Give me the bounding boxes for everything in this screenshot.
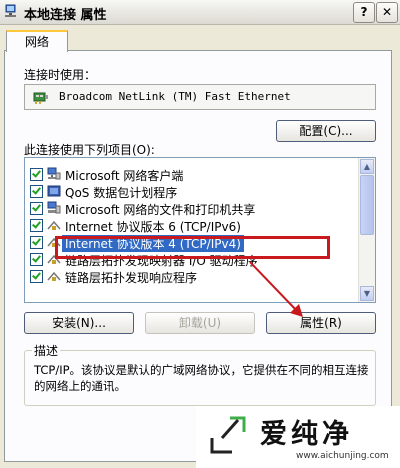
network-client-icon [47,167,61,180]
scroll-thumb[interactable] [360,175,374,235]
adapter-name: Broadcom NetLink (TM) Fast Ethernet [59,90,291,103]
install-button[interactable]: 安装(N)... [24,312,134,334]
item-label: Internet 协议版本 6 (TCP/IPv6) [65,220,241,234]
components-label: 此连接使用下列项目(O): [24,143,155,157]
list-item[interactable]: QoS 数据包计划程序 [25,183,355,200]
protocol-icon [47,237,61,247]
qos-icon [47,185,61,197]
checkbox[interactable] [30,185,43,198]
watermark: 爱纯净 www.aichunjing.com [196,406,400,468]
item-label: Microsoft 网络的文件和打印机共享 [65,203,256,217]
protocol-icon [47,254,61,264]
list-item-selected[interactable]: Internet 协议版本 4 (TCP/IPv4) [25,234,355,252]
help-button[interactable]: ? [353,2,375,23]
list-item[interactable]: Internet 协议版本 6 (TCP/IPv6) [25,217,355,234]
protocol-icon [47,271,61,281]
tab-network[interactable]: 网络 [6,30,68,52]
scroll-down-arrow-icon[interactable]: ▼ [360,286,374,301]
item-label: Internet 协议版本 4 (TCP/IPv4) [62,235,244,252]
checkbox[interactable] [30,168,43,181]
components-list[interactable]: Microsoft 网络客户端 QoS 数据包计划程序 Microsoft 网络… [24,157,376,303]
list-item[interactable]: Microsoft 网络的文件和打印机共享 [25,200,355,217]
item-label: Microsoft 网络客户端 [65,169,184,183]
checkbox[interactable] [30,270,43,283]
file-share-icon [47,201,61,214]
properties-dialog: 本地连接 属性 ? ✕ 网络 连接时使用： Broadcom NetLink (… [0,0,400,468]
window-title: 本地连接 属性 [24,8,107,23]
checkbox[interactable] [30,219,43,232]
watermark-logo-icon [210,416,246,454]
description-title: 描述 [32,342,61,359]
watermark-url: www.aichunjing.com [296,451,389,461]
connect-using-label: 连接时使用： [24,68,97,82]
protocol-icon [47,220,61,230]
list-item[interactable]: 链路层拓扑发现映射器 I/O 驱动程序 [25,251,355,268]
checkbox[interactable] [30,202,43,215]
configure-button[interactable]: 配置(C)... [276,120,376,142]
uninstall-button[interactable]: 卸载(U) [145,312,255,334]
close-button[interactable]: ✕ [376,2,398,23]
item-label: QoS 数据包计划程序 [65,186,178,200]
title-bar[interactable]: 本地连接 属性 ? ✕ [0,0,400,25]
scroll-up-arrow-icon[interactable]: ▲ [360,159,374,174]
checkbox[interactable] [30,253,43,266]
checkbox[interactable] [30,236,43,249]
vertical-scrollbar[interactable]: ▲ ▼ [358,158,375,302]
network-connection-icon [5,4,16,17]
list-item[interactable]: 链路层拓扑发现响应程序 [25,268,355,285]
list-item[interactable]: Microsoft 网络客户端 [25,166,355,183]
network-adapter-icon [33,92,48,104]
item-label: 链路层拓扑发现响应程序 [65,271,198,285]
properties-button[interactable]: 属性(R) [266,312,376,334]
item-label: 链路层拓扑发现映射器 I/O 驱动程序 [65,254,258,268]
description-text: TCP/IP。该协议是默认的广域网络协议，它提供在不同的相互连接的网络上的通讯。 [34,363,369,393]
watermark-brand: 爱纯净 [260,419,353,450]
adapter-field: Broadcom NetLink (TM) Fast Ethernet [24,84,376,110]
